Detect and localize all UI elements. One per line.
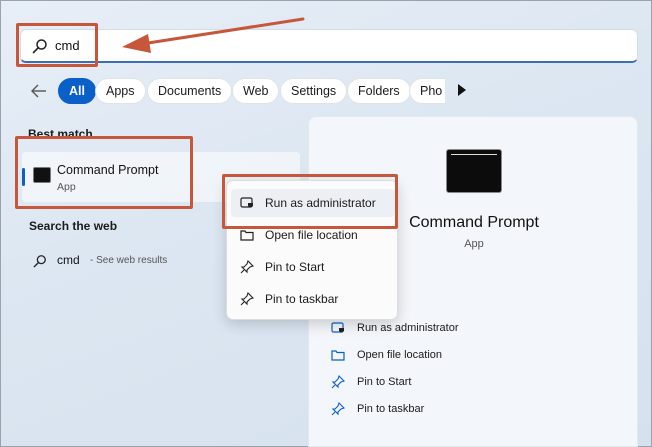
command-prompt-icon — [446, 149, 502, 193]
menu-pin-to-start[interactable]: Pin to Start — [231, 253, 395, 281]
filter-photos[interactable]: Pho — [409, 78, 445, 104]
filter-settings[interactable]: Settings — [280, 78, 348, 104]
search-web-heading: Search the web — [29, 219, 118, 233]
details-run-as-admin[interactable]: Run as administrator — [331, 320, 591, 338]
filter-folders[interactable]: Folders — [347, 78, 411, 104]
web-hint: - See web results — [90, 255, 168, 266]
details-pin-to-start[interactable]: Pin to Start — [331, 374, 591, 392]
filter-all[interactable]: All — [58, 78, 96, 104]
pin-icon — [240, 292, 254, 306]
filter-documents[interactable]: Documents — [147, 78, 233, 104]
pin-icon — [331, 375, 345, 389]
search-box[interactable]: cmd — [20, 29, 638, 63]
search-icon — [33, 255, 46, 268]
play-right-icon[interactable] — [457, 84, 467, 96]
shield-admin-icon — [331, 322, 344, 333]
details-pin-to-taskbar[interactable]: Pin to taskbar — [331, 401, 591, 419]
folder-open-icon — [331, 350, 345, 361]
annotation-box-best-match — [15, 136, 193, 209]
folder-open-icon — [240, 230, 254, 241]
annotation-box-search — [16, 23, 98, 67]
pin-icon — [331, 402, 345, 416]
filter-apps[interactable]: Apps — [95, 78, 146, 104]
back-arrow-icon[interactable] — [30, 82, 48, 100]
web-query: cmd — [57, 253, 80, 267]
pin-icon — [240, 260, 254, 274]
menu-pin-to-taskbar[interactable]: Pin to taskbar — [231, 285, 395, 313]
details-open-file-location[interactable]: Open file location — [331, 347, 591, 365]
filter-web[interactable]: Web — [232, 78, 280, 104]
web-result-item[interactable]: cmd - See web results — [33, 252, 233, 270]
annotation-box-run-as-admin — [222, 174, 398, 229]
